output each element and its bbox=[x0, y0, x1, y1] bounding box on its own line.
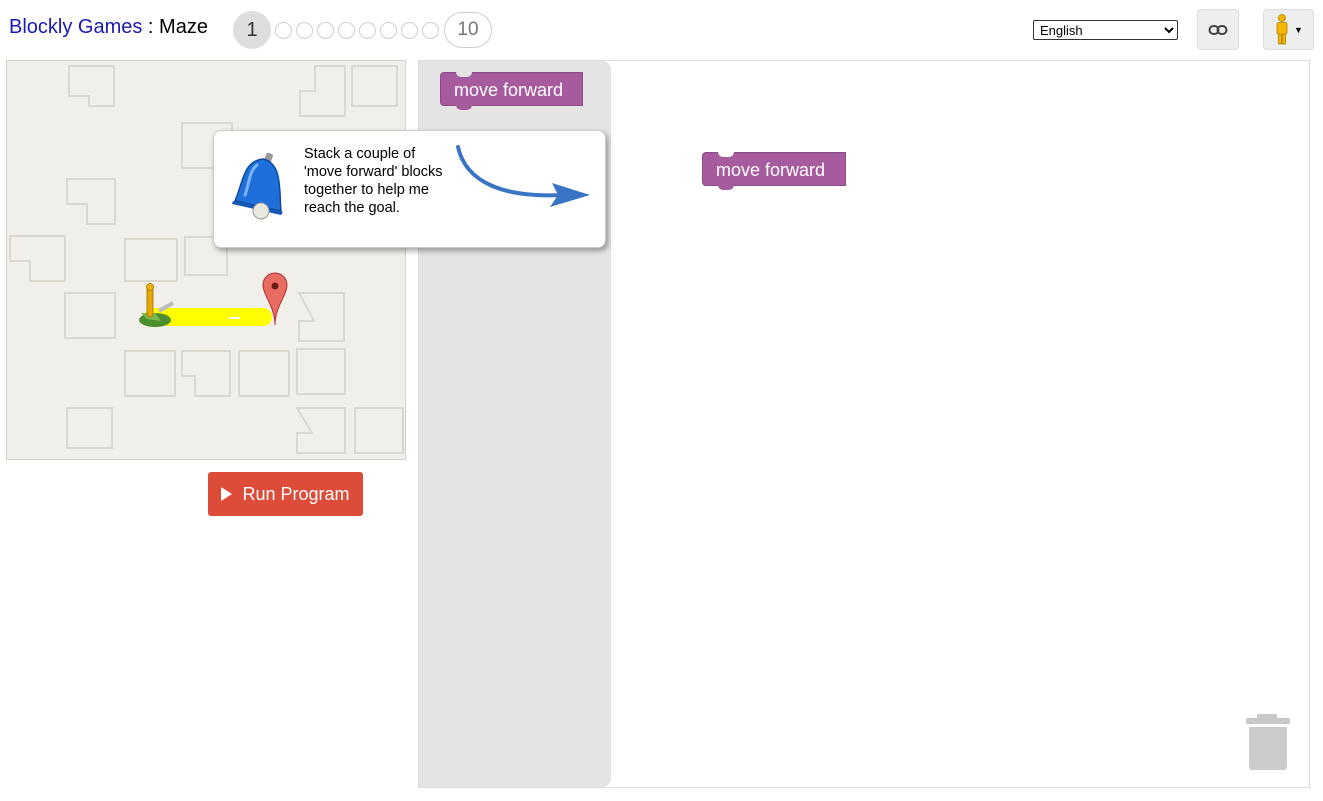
maze-tiles bbox=[9, 65, 404, 454]
level-selector: 1 10 bbox=[233, 11, 492, 49]
run-program-label: Run Program bbox=[242, 483, 350, 504]
hint-text: Stack a couple of 'move forward' blocks … bbox=[304, 146, 443, 216]
level-dot[interactable] bbox=[296, 21, 313, 39]
level-dot[interactable] bbox=[380, 21, 397, 39]
run-program-button[interactable]: Run Program bbox=[208, 472, 363, 516]
link-icon bbox=[1208, 24, 1228, 35]
pegman-icon bbox=[1276, 13, 1288, 44]
level-dot[interactable] bbox=[317, 21, 334, 39]
trash-can-icon[interactable] bbox=[1245, 713, 1291, 771]
title-separator: : bbox=[142, 16, 160, 38]
caret-down-icon: ▼ bbox=[1294, 24, 1303, 35]
level-dot[interactable] bbox=[275, 21, 292, 39]
level-dot[interactable] bbox=[401, 21, 418, 39]
level-current[interactable]: 1 bbox=[233, 11, 271, 49]
app-title-link[interactable]: Blockly Games bbox=[9, 16, 142, 38]
level-dot[interactable] bbox=[338, 21, 355, 39]
workspace-block-move-forward[interactable]: move forward bbox=[702, 152, 846, 190]
toolbox-block-move-forward[interactable]: move forward bbox=[440, 72, 583, 110]
maze-display bbox=[6, 60, 406, 460]
bell-icon bbox=[232, 152, 283, 220]
level-dot[interactable] bbox=[359, 21, 376, 39]
language-select[interactable]: English bbox=[1033, 20, 1178, 40]
hint-bubble: Stack a couple of 'move forward' blocks … bbox=[213, 130, 606, 248]
arrow-icon bbox=[456, 145, 590, 207]
level-last[interactable]: 10 bbox=[444, 12, 492, 48]
pegman-button[interactable]: ▼ bbox=[1263, 9, 1314, 50]
page-title: Blockly Games : Maze bbox=[9, 16, 208, 39]
link-button[interactable] bbox=[1197, 9, 1239, 50]
level-dot[interactable] bbox=[422, 21, 439, 39]
play-icon bbox=[221, 487, 233, 501]
game-title: Maze bbox=[159, 16, 208, 38]
